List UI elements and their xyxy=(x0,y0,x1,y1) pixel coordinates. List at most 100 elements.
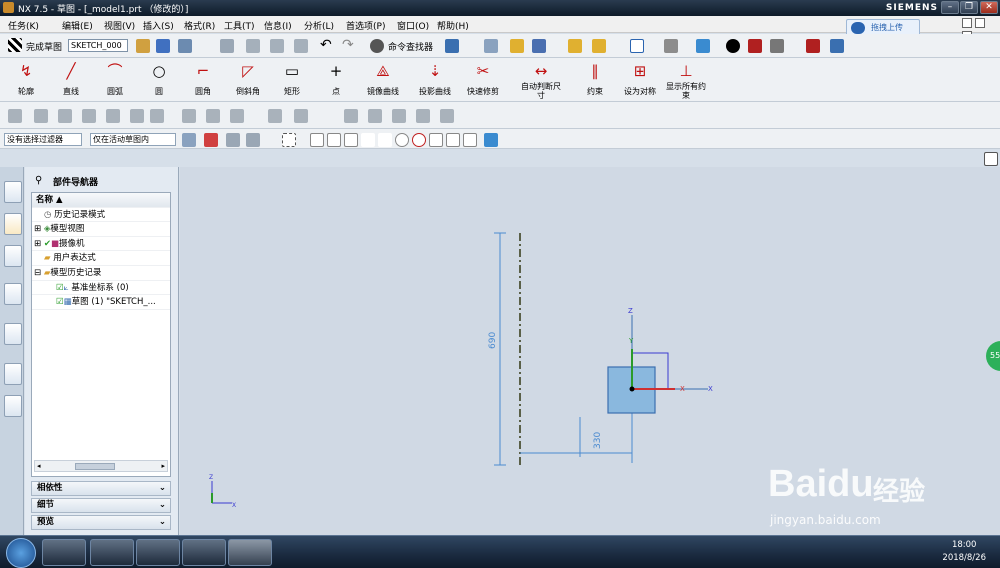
tool-make-symmetric[interactable]: ⊞ 设为对称 xyxy=(617,62,663,97)
list-item[interactable]: ▰ 用户表达式 xyxy=(32,251,170,266)
list-item[interactable]: ⊞ ◈模型视图 xyxy=(32,222,170,237)
finish-sketch-button[interactable]: 完成草图 xyxy=(26,40,62,53)
list-item[interactable]: ☑⟀ 基准坐标系 (0) xyxy=(32,281,170,296)
web-browser-icon[interactable] xyxy=(4,323,22,345)
chamfer-feature-icon[interactable] xyxy=(206,109,220,123)
inner-restore-icon[interactable] xyxy=(974,18,985,28)
pocket-icon[interactable] xyxy=(106,109,120,123)
point-on-face-snap-icon[interactable] xyxy=(446,133,460,147)
hole-icon[interactable] xyxy=(58,109,72,123)
tool-chamfer[interactable]: ◸ 倒斜角 xyxy=(228,62,268,97)
motion-icon[interactable] xyxy=(830,39,844,53)
update-model-icon[interactable] xyxy=(178,39,192,53)
scroll-right-icon[interactable]: ▸ xyxy=(161,462,165,470)
menu-info[interactable]: 信息(I) xyxy=(264,19,292,32)
tool-point[interactable]: + 点 xyxy=(316,62,356,97)
selection-filter-select[interactable]: 没有选择过滤器 xyxy=(4,133,82,146)
measure-distance-icon[interactable] xyxy=(568,39,582,53)
groove-icon[interactable] xyxy=(130,109,144,123)
graphics-window[interactable]: 690 330 Z Y X X Z X 55 Baidu 经验 jingyan.… xyxy=(180,167,1000,535)
tool-constraint[interactable]: ∥ 约束 xyxy=(575,62,615,97)
taskbar-app-browser[interactable] xyxy=(90,539,134,566)
scroll-left-icon[interactable]: ◂ xyxy=(37,462,41,470)
text-feature-icon[interactable] xyxy=(294,109,308,123)
copy-icon[interactable] xyxy=(270,39,284,53)
render-style-icon[interactable] xyxy=(664,39,678,53)
select-all-icon[interactable] xyxy=(182,133,196,147)
display-toggle-icon[interactable] xyxy=(726,39,740,53)
rotate-icon[interactable] xyxy=(246,133,260,147)
snap-icon[interactable] xyxy=(510,39,524,53)
pattern-icon[interactable] xyxy=(440,109,454,123)
measure-angle-icon[interactable] xyxy=(592,39,606,53)
menu-analysis[interactable]: 分析(L) xyxy=(304,19,334,32)
part-color-icon[interactable] xyxy=(770,39,784,53)
fit-view-icon[interactable] xyxy=(630,39,644,53)
reattach-icon[interactable] xyxy=(136,39,150,53)
reuse-library-icon[interactable] xyxy=(4,245,22,267)
info-window-icon[interactable] xyxy=(4,283,22,305)
taskbar-app-document[interactable] xyxy=(136,539,180,566)
cut-icon[interactable] xyxy=(246,39,260,53)
control-point-snap-icon[interactable] xyxy=(344,133,358,147)
close-button[interactable]: ✕ xyxy=(980,1,998,14)
tool-circle[interactable]: ○ 圆 xyxy=(139,62,179,97)
unite-icon[interactable] xyxy=(268,109,282,123)
maximize-view-icon[interactable] xyxy=(984,152,998,166)
thread-icon[interactable] xyxy=(150,109,164,123)
tool-line[interactable]: ╱ 直线 xyxy=(51,62,91,97)
menu-insert[interactable]: 插入(S) xyxy=(143,19,174,32)
menu-edit[interactable]: 编辑(E) xyxy=(62,19,93,32)
tool-quick-trim[interactable]: ✂ 快速修剪 xyxy=(460,62,506,97)
offset-face-icon[interactable] xyxy=(416,109,430,123)
checkered-flag-icon[interactable] xyxy=(8,38,22,52)
tool-profile[interactable]: ↯ 轮廓 xyxy=(6,62,46,97)
redo-icon[interactable]: ↷ xyxy=(342,37,354,53)
origin-point[interactable] xyxy=(629,386,635,392)
tool-fillet[interactable]: ⌐ 圆角 xyxy=(183,62,223,97)
name-column-header[interactable]: 名称 ▲ xyxy=(32,193,170,208)
start-button[interactable] xyxy=(6,538,36,568)
existing-point-snap-icon[interactable] xyxy=(429,133,443,147)
tool-arc[interactable]: ⌒ 圆弧 xyxy=(95,62,135,97)
bounded-grid-snap-icon[interactable] xyxy=(463,133,477,147)
menu-view[interactable]: 视图(V) xyxy=(104,19,135,32)
inner-minimize-icon[interactable] xyxy=(962,18,972,28)
collapse-icon[interactable]: ⊟ xyxy=(34,268,41,278)
solid-view-icon[interactable] xyxy=(484,133,498,147)
expand-icon[interactable]: ⊞ xyxy=(34,239,41,249)
taskbar-app-media[interactable] xyxy=(42,539,86,566)
list-item[interactable]: ☑▦草图 (1) "SKETCH_... xyxy=(32,295,170,310)
undo-icon[interactable]: ↶ xyxy=(320,37,332,53)
preview-section[interactable]: 预览 ⌄ xyxy=(31,515,171,530)
menu-format[interactable]: 格式(R) xyxy=(184,19,215,32)
quadrant-snap-icon[interactable] xyxy=(395,133,409,147)
intersection-snap-icon[interactable] xyxy=(361,133,375,147)
paste-icon[interactable] xyxy=(294,39,308,53)
clock[interactable]: 18:00 2018/8/26 xyxy=(942,539,986,565)
extrude-icon[interactable] xyxy=(8,109,22,123)
scroll-thumb[interactable] xyxy=(75,463,115,470)
menu-tools[interactable]: 工具(T) xyxy=(224,19,255,32)
clip-section-icon[interactable] xyxy=(748,39,762,53)
rectangle-select-icon[interactable] xyxy=(282,133,296,147)
dim-vertical-value[interactable]: 690 xyxy=(488,332,498,349)
scope-select[interactable]: 仅在活动草图内 xyxy=(90,133,176,146)
roles-icon[interactable] xyxy=(4,395,22,417)
shell-icon[interactable] xyxy=(344,109,358,123)
edge-blend-icon[interactable] xyxy=(182,109,196,123)
system-tray-icons[interactable] xyxy=(790,545,920,559)
midpoint-snap-icon[interactable] xyxy=(327,133,341,147)
trim-body-icon[interactable] xyxy=(368,109,382,123)
horizontal-scrollbar[interactable]: ◂ ▸ xyxy=(34,460,168,472)
boss-icon[interactable] xyxy=(82,109,96,123)
menu-window[interactable]: 窗口(O) xyxy=(397,19,429,32)
list-item[interactable]: ⊞ ✔■摄像机 xyxy=(32,237,170,252)
arc-center-snap-icon[interactable] xyxy=(378,133,392,147)
checkbox-checked-icon[interactable]: ☑ xyxy=(56,297,64,307)
details-section[interactable]: 细节 ⌄ xyxy=(31,498,171,513)
point-on-curve-snap-icon[interactable] xyxy=(412,133,426,147)
tool-project-curve[interactable]: ⇣ 投影曲线 xyxy=(410,62,460,97)
pin-icon[interactable]: ⚲ xyxy=(35,175,42,186)
list-item[interactable]: ◷ 历史记录模式 xyxy=(32,208,170,223)
